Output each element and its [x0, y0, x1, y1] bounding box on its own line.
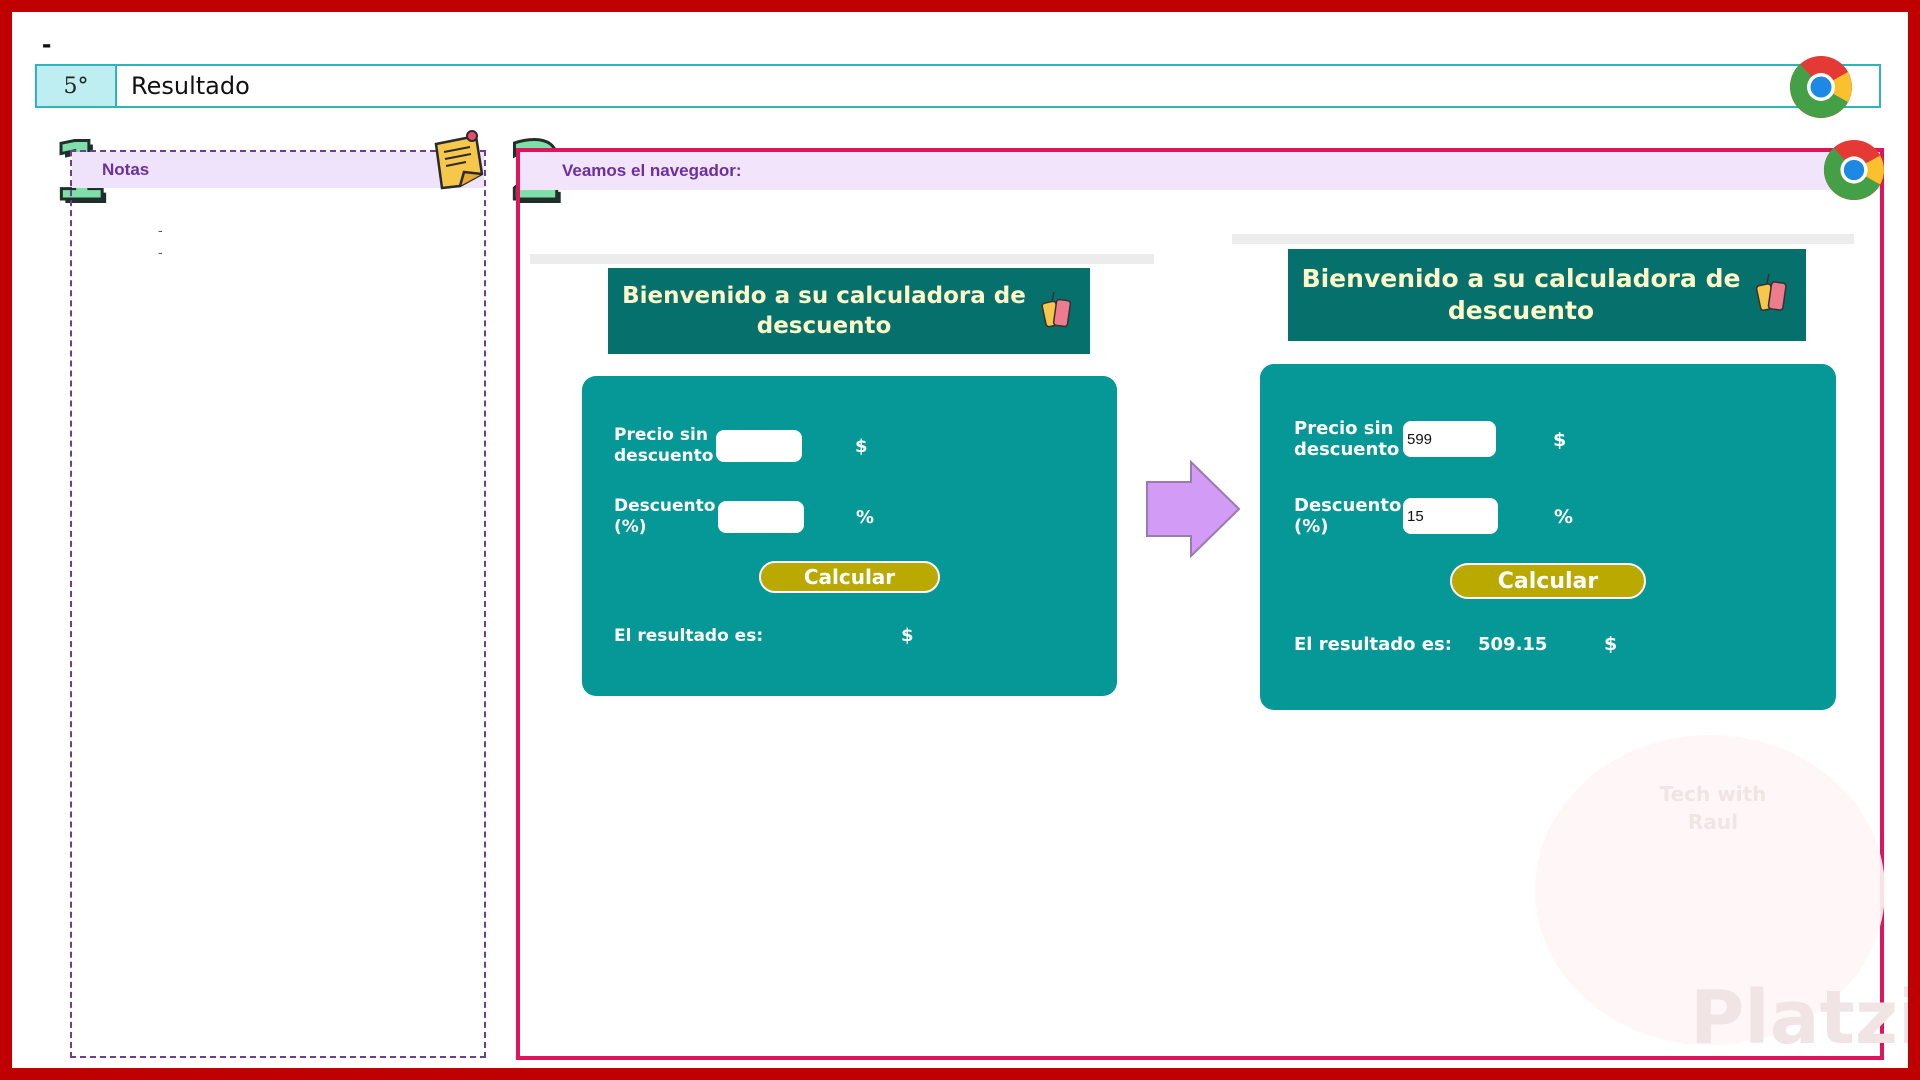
- price-label: Precio sin descuento: [614, 425, 714, 466]
- calculator-card: [1260, 364, 1836, 710]
- browser-title: Veamos el navegador:: [562, 161, 742, 180]
- chrome-icon: [1790, 56, 1852, 118]
- notes-line: -: [158, 222, 163, 238]
- discount-label: Descuento (%): [614, 496, 716, 537]
- result-unit: $: [1604, 633, 1618, 655]
- screenshot-topbar: [1232, 234, 1854, 244]
- chrome-icon: [1823, 139, 1885, 201]
- watermark-brand: Platzi: [1690, 975, 1920, 1061]
- price-label: Precio sin descuento: [1294, 418, 1400, 460]
- price-unit: $: [855, 436, 868, 457]
- price-unit: $: [1553, 429, 1567, 451]
- result-unit: $: [901, 625, 914, 646]
- top-dash: -: [42, 28, 52, 59]
- discount-unit: %: [1554, 506, 1574, 528]
- step-number: 5°: [37, 66, 117, 106]
- discount-input[interactable]: [718, 501, 804, 533]
- notes-title: Notas: [102, 160, 150, 179]
- calculator-title: Bienvenido a su calculadora de descuento: [608, 268, 1090, 354]
- right-arrow-icon: [1146, 460, 1241, 558]
- notes-panel: Notas - -: [70, 150, 486, 1058]
- result-label: El resultado es:: [1294, 634, 1452, 655]
- discount-input[interactable]: [1403, 498, 1498, 534]
- watermark-badge-text: Tech with Raul: [1659, 782, 1767, 834]
- result-value: 509.15: [1478, 634, 1548, 655]
- discount-label: Descuento (%): [1294, 495, 1402, 537]
- price-input[interactable]: [716, 430, 802, 462]
- step-title: Resultado: [131, 72, 250, 100]
- calculator-title: Bienvenido a su calculadora de descuento: [1288, 249, 1806, 341]
- sticky-note-icon: [434, 130, 484, 190]
- discount-unit: %: [856, 507, 875, 528]
- notes-line: -: [158, 244, 163, 260]
- price-tag-icon: [1755, 273, 1787, 312]
- price-input[interactable]: [1403, 421, 1496, 457]
- price-tag-icon: [1041, 291, 1072, 328]
- screenshot-topbar: [530, 254, 1154, 264]
- browser-header: Veamos el navegador:: [520, 152, 1880, 190]
- step-header: 5° Resultado: [35, 64, 1881, 108]
- result-label: El resultado es:: [614, 626, 764, 646]
- calculate-button[interactable]: Calcular: [759, 561, 940, 593]
- calculate-button[interactable]: Calcular: [1450, 563, 1646, 599]
- notes-header: Notas: [72, 152, 484, 188]
